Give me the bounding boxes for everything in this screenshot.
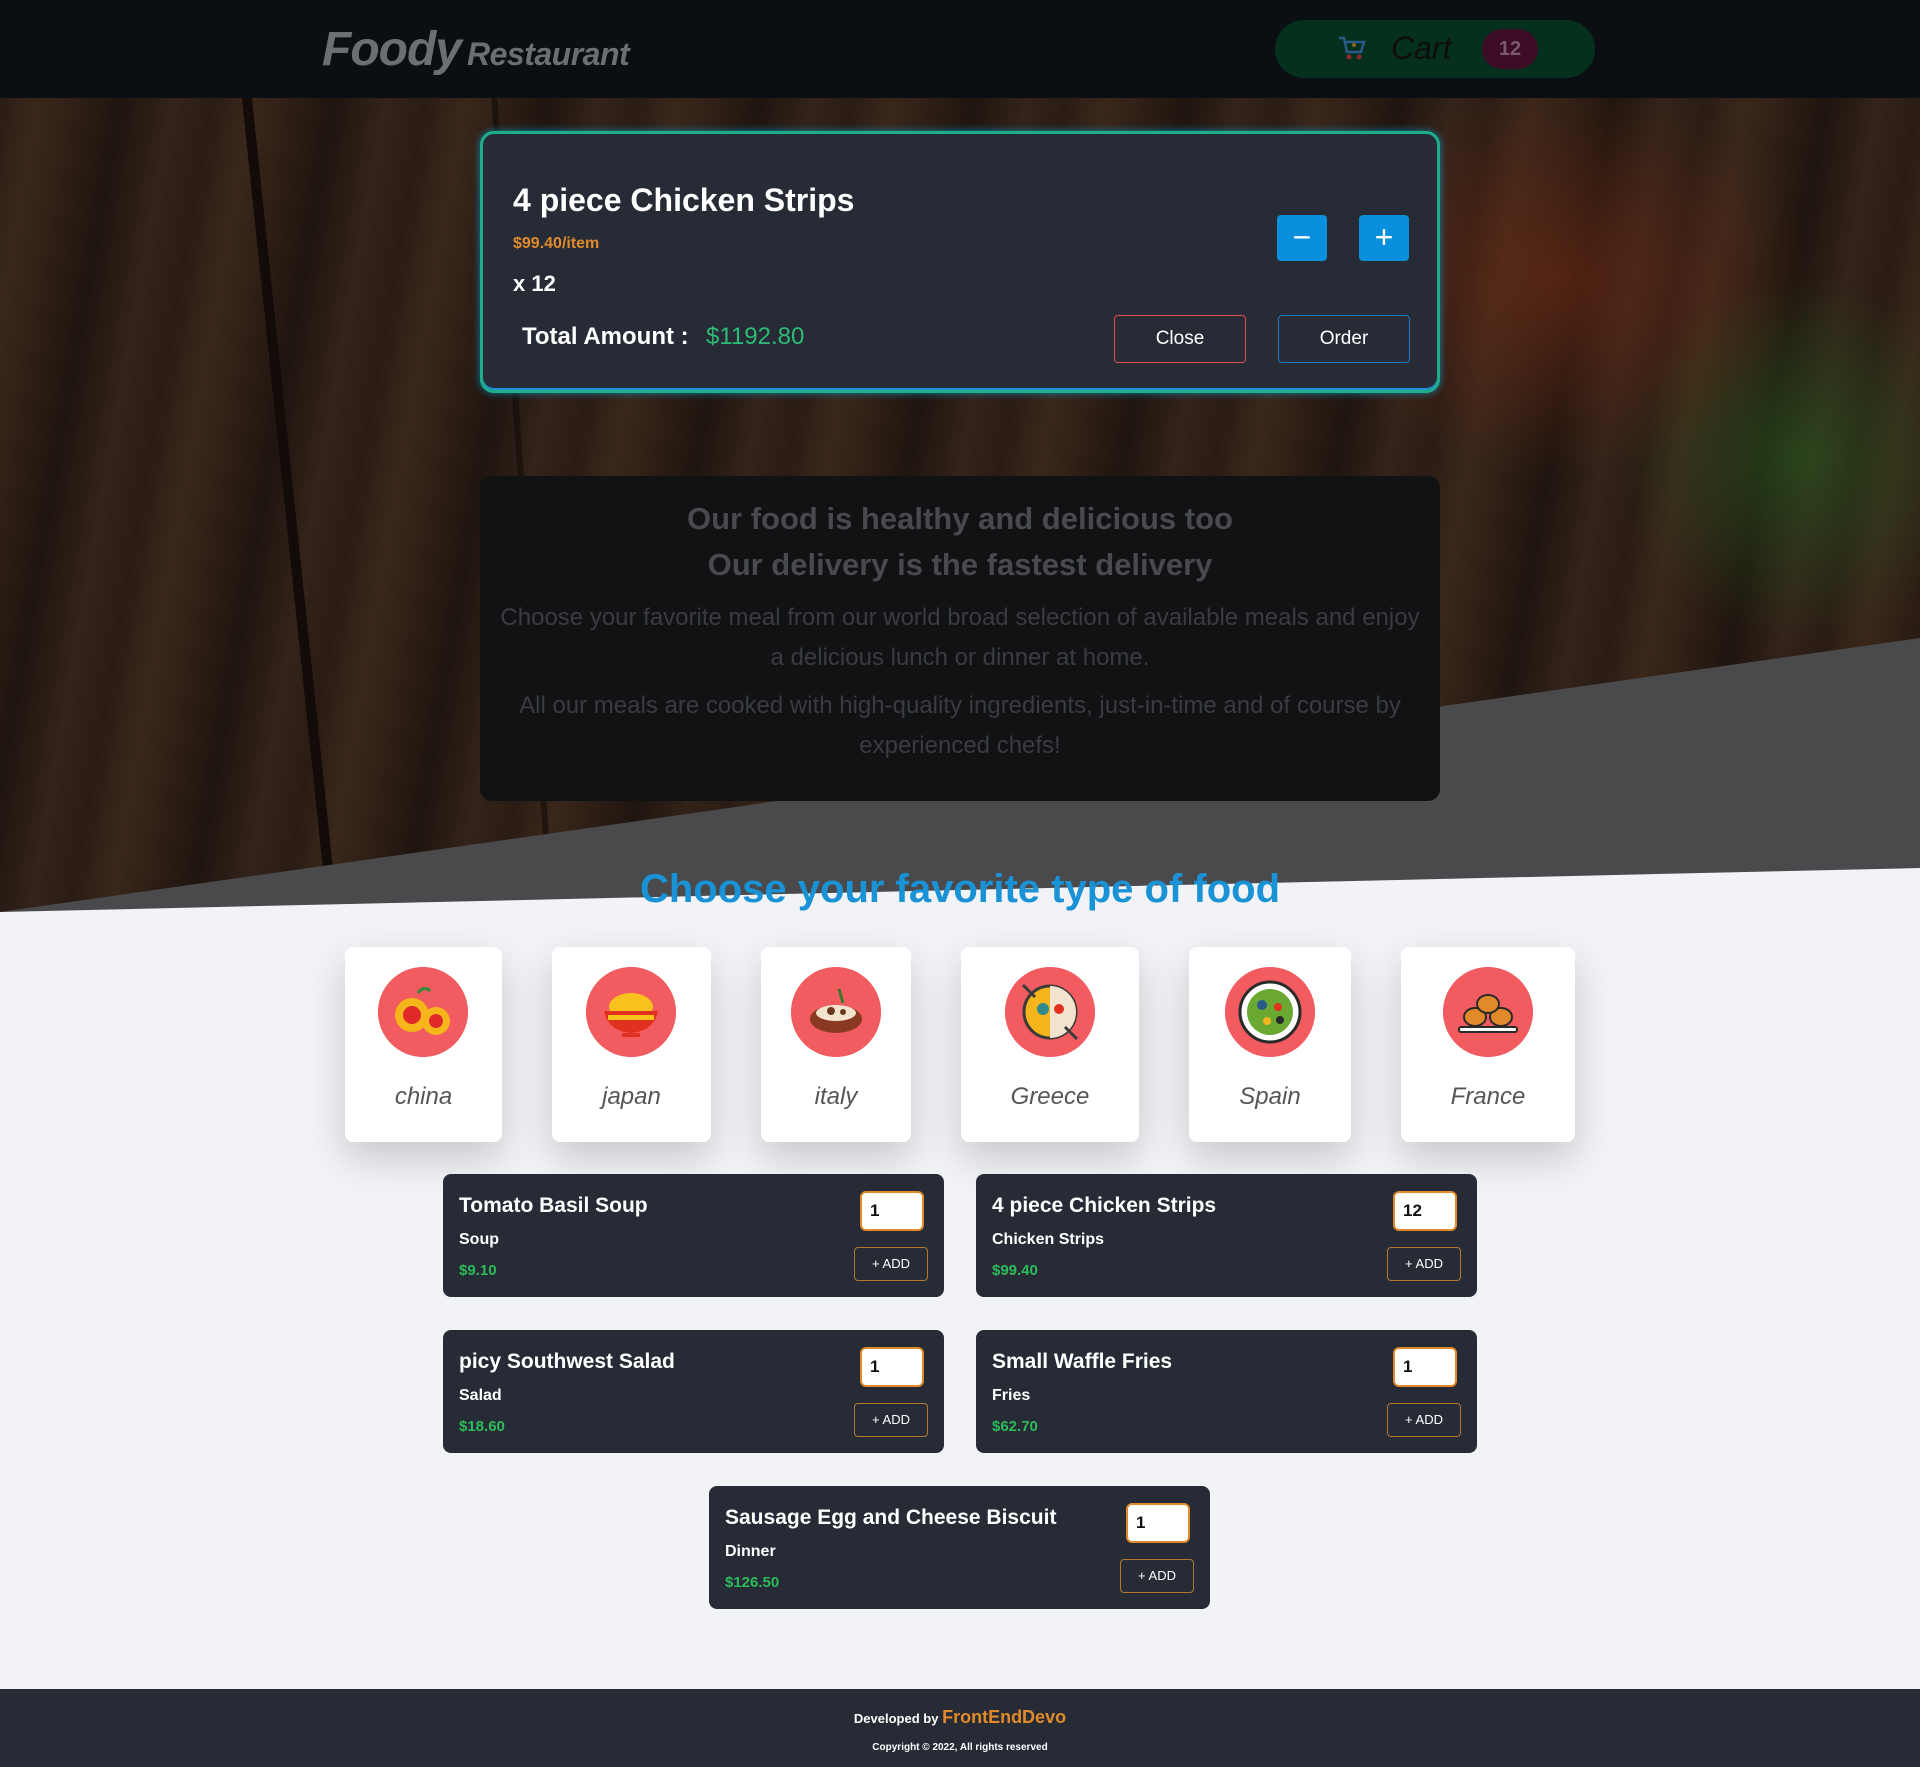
quantity-input[interactable] bbox=[1393, 1347, 1457, 1387]
site-header: Foody Restaurant Cart 12 bbox=[0, 0, 1920, 98]
meal-category: Fries bbox=[992, 1387, 1031, 1404]
logo[interactable]: Foody Restaurant bbox=[322, 22, 630, 77]
meal-category: Salad bbox=[459, 1387, 502, 1404]
pastries-icon bbox=[1443, 967, 1533, 1057]
cart-icon bbox=[1339, 36, 1366, 60]
add-button[interactable]: + ADD bbox=[854, 1403, 928, 1437]
category-card-greece[interactable]: Greece bbox=[961, 947, 1139, 1142]
intro-heading-1: Our food is healthy and delicious too bbox=[687, 501, 1233, 536]
category-label: Greece bbox=[1010, 1083, 1090, 1110]
meal-price: $18.60 bbox=[459, 1418, 505, 1435]
modal-total-amount: $1192.80 bbox=[706, 323, 805, 350]
meal-category: Chicken Strips bbox=[992, 1231, 1105, 1248]
intro-panel: Our food is healthy and delicious too Ou… bbox=[480, 476, 1440, 801]
meal-price: $99.40 bbox=[992, 1262, 1038, 1279]
modal-item-quantity: x 12 bbox=[513, 271, 556, 296]
category-card-france[interactable]: France bbox=[1401, 947, 1575, 1142]
salad-bowl-icon bbox=[1225, 967, 1315, 1057]
pasta-dish-icon bbox=[791, 967, 881, 1057]
category-label: Spain bbox=[1239, 1083, 1301, 1110]
logo-sub: Restaurant bbox=[466, 36, 630, 72]
meal-card: picy Southwest Salad Salad $18.60 + ADD bbox=[443, 1330, 944, 1453]
copyright-text: Copyright © 2022, All rights reserved bbox=[872, 1742, 1048, 1753]
modal-item-price: $99.40/item bbox=[513, 235, 600, 252]
category-card-japan[interactable]: japan bbox=[552, 947, 711, 1142]
meal-name: Small Waffle Fries bbox=[992, 1350, 1173, 1373]
meal-name: picy Southwest Salad bbox=[459, 1350, 675, 1373]
intro-heading-2: Our delivery is the fastest delivery bbox=[707, 547, 1213, 582]
increase-quantity-button[interactable]: + bbox=[1359, 215, 1409, 261]
add-button[interactable]: + ADD bbox=[1387, 1403, 1461, 1437]
order-button[interactable]: Order bbox=[1278, 315, 1410, 363]
logo-main: Foody bbox=[322, 23, 462, 76]
developer-credit: Developed by FrontEndDevo bbox=[0, 1707, 1920, 1728]
quantity-input[interactable] bbox=[860, 1347, 924, 1387]
section-title: Choose your favorite type of food bbox=[639, 867, 1281, 911]
meal-card: Tomato Basil Soup Soup $9.10 + ADD bbox=[443, 1174, 944, 1297]
site-footer: Developed by FrontEndDevo Copyright © 20… bbox=[0, 1689, 1920, 1767]
intro-paragraph-2: All our meals are cooked with high-quali… bbox=[519, 692, 1401, 759]
paella-pan-icon bbox=[1005, 967, 1095, 1057]
meal-name: Sausage Egg and Cheese Biscuit bbox=[725, 1506, 1057, 1529]
meal-category: Dinner bbox=[725, 1543, 776, 1560]
cart-button[interactable]: Cart 12 bbox=[1275, 20, 1595, 78]
add-button[interactable]: + ADD bbox=[1120, 1559, 1194, 1593]
category-label: France bbox=[1450, 1083, 1526, 1110]
meal-card: Small Waffle Fries Fries $62.70 + ADD bbox=[976, 1330, 1477, 1453]
meal-card: Sausage Egg and Cheese Biscuit Dinner $1… bbox=[709, 1486, 1210, 1609]
meal-price: $9.10 bbox=[459, 1262, 497, 1279]
category-label: japan bbox=[602, 1083, 661, 1110]
meal-price: $62.70 bbox=[992, 1418, 1038, 1435]
add-button[interactable]: + ADD bbox=[1387, 1247, 1461, 1281]
close-button[interactable]: Close bbox=[1114, 315, 1246, 363]
category-card-china[interactable]: china bbox=[345, 947, 502, 1142]
meal-name: Tomato Basil Soup bbox=[459, 1194, 648, 1217]
developed-by-label: Developed by bbox=[853, 1711, 939, 1726]
category-card-italy[interactable]: italy bbox=[761, 947, 911, 1142]
ramen-bowl-icon bbox=[586, 967, 676, 1057]
cart-label: Cart bbox=[1391, 30, 1452, 66]
oranges-icon bbox=[378, 967, 468, 1057]
quantity-input[interactable] bbox=[860, 1191, 924, 1231]
modal-total-label: Total Amount : bbox=[522, 323, 689, 350]
quantity-input[interactable] bbox=[1393, 1191, 1457, 1231]
category-label: china bbox=[394, 1083, 453, 1110]
decrease-quantity-button[interactable]: − bbox=[1277, 215, 1327, 261]
meal-price: $126.50 bbox=[725, 1574, 780, 1591]
add-button[interactable]: + ADD bbox=[854, 1247, 928, 1281]
meal-name: 4 piece Chicken Strips bbox=[992, 1194, 1217, 1217]
intro-paragraph-1: Choose your favorite meal from our world… bbox=[500, 604, 1420, 671]
cart-modal: 4 piece Chicken Strips $99.40/item x 12 … bbox=[480, 131, 1440, 393]
quantity-input[interactable] bbox=[1126, 1503, 1190, 1543]
cart-count-badge: 12 bbox=[1482, 29, 1538, 69]
modal-item-title: 4 piece Chicken Strips bbox=[513, 182, 855, 218]
category-card-spain[interactable]: Spain bbox=[1189, 947, 1351, 1142]
category-label: italy bbox=[814, 1083, 858, 1110]
meal-card: 4 piece Chicken Strips Chicken Strips $9… bbox=[976, 1174, 1477, 1297]
meal-category: Soup bbox=[459, 1231, 499, 1248]
developer-link[interactable]: FrontEndDevo bbox=[942, 1707, 1066, 1727]
